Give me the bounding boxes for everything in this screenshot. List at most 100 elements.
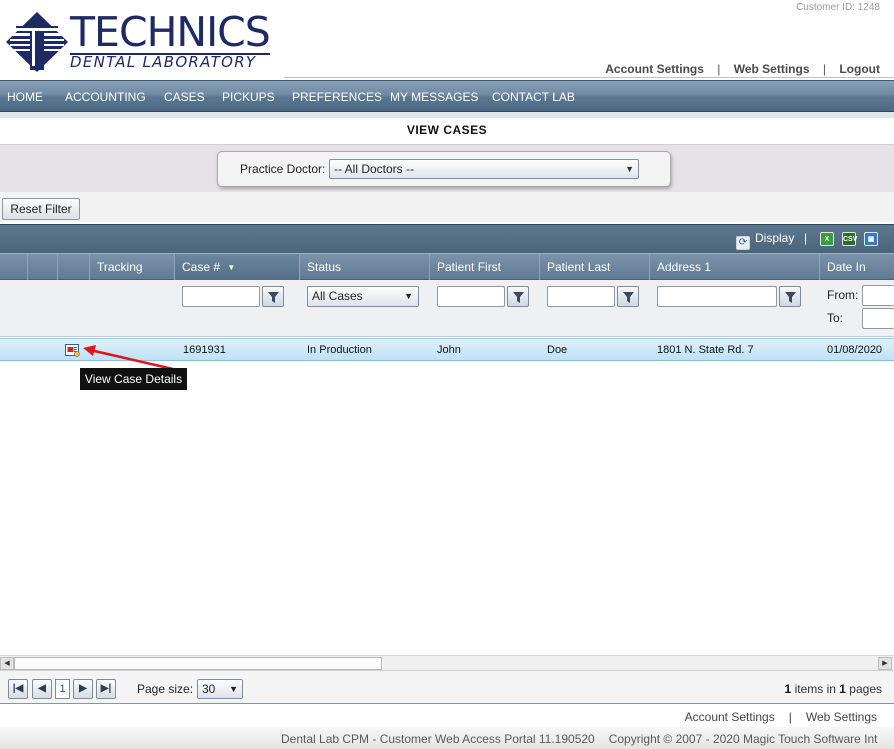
dropdown-arrow-icon: ▼ [229,684,238,694]
scroll-right-icon[interactable]: ▶ [878,657,892,670]
logout-link[interactable]: Logout [839,62,880,76]
page-size-label: Page size: [137,682,194,696]
main-nav: HOME ACCOUNTING CASES PICKUPS PREFERENCE… [0,80,894,112]
table-row[interactable]: 1691931 In Production John Doe 1801 N. S… [0,338,894,361]
scroll-thumb[interactable] [14,657,382,670]
footer-links: Account Settings | Web Settings [685,710,877,724]
scroll-left-icon[interactable]: ◀ [0,657,14,670]
page-size-value: 30 [202,682,216,696]
excel-export-icon[interactable]: X [820,232,834,246]
dropdown-arrow-icon: ▼ [404,291,413,301]
nav-accounting[interactable]: ACCOUNTING [65,90,146,104]
sort-desc-icon: ▼ [227,263,236,272]
prev-page-icon[interactable]: ◀ [32,679,52,699]
address-filter-input[interactable] [657,286,777,307]
toolbar-separator: | [804,231,808,245]
status-filter-select[interactable]: All Cases ▼ [307,286,419,307]
date-to-input[interactable] [862,308,894,329]
display-label: Display [755,231,795,245]
cell-case-no: 1691931 [183,344,226,356]
patient-first-filter-input[interactable] [437,286,505,307]
copyright-text: Copyright © 2007 - 2020 Magic Touch Soft… [608,732,878,746]
filter-icon [268,292,279,303]
doctor-filter-band: Practice Doctor: -- All Doctors -- ▼ [0,144,894,192]
cell-patient-last: Doe [547,344,568,356]
col-header-address-1[interactable]: Address 1 [650,254,820,280]
next-page-icon[interactable]: ▶ [73,679,93,699]
nav-preferences[interactable]: PREFERENCES [292,90,382,104]
status-filter-value: All Cases [312,289,363,303]
nav-cases[interactable]: CASES [164,90,205,104]
pager-info: 1 items in 1 pages [785,682,882,696]
link-separator: | [717,62,721,76]
patient-first-filter-button[interactable] [507,286,529,307]
footer-web-settings-link[interactable]: Web Settings [806,710,877,724]
filter-icon [513,292,524,303]
dropdown-arrow-icon: ▼ [625,164,634,174]
technics-logo[interactable]: TECHNICS DENTAL LABORATORY [6,8,276,76]
cell-date-in: 01/08/2020 [827,344,883,356]
col-header-tracking[interactable]: Tracking [90,254,175,280]
filter-icon [623,292,634,303]
practice-doctor-value: -- All Doctors -- [334,162,415,176]
first-page-icon[interactable]: |◀ [8,679,28,699]
date-from-label: From: [827,288,859,302]
date-to-label: To: [827,311,844,325]
case-no-filter-input[interactable] [182,286,260,307]
web-settings-link[interactable]: Web Settings [734,62,810,76]
nav-home[interactable]: HOME [7,90,43,104]
csv-export-icon[interactable]: CSV [842,232,857,246]
case-no-filter-button[interactable] [262,286,284,307]
practice-doctor-select[interactable]: -- All Doctors -- ▼ [329,159,639,179]
image-export-icon[interactable]: ▣ [864,232,878,246]
pages-text: pages [849,682,882,696]
grid-toolbar: ⟳ Display | X CSV ▣ [0,224,894,253]
footer-account-settings-link[interactable]: Account Settings [685,710,775,724]
header: Customer ID: 1248 TECHNICS DENTAL LABORA… [0,0,894,80]
grid-header: Tracking Case # ▼ Status Patient First P… [0,253,894,280]
doctor-filter-panel: Practice Doctor: -- All Doctors -- ▼ [217,151,671,187]
page-number-current[interactable]: 1 [55,679,70,699]
display-button[interactable]: ⟳ Display [736,231,794,250]
nav-my-messages[interactable]: MY MESSAGES [390,90,478,104]
col-header-case-no[interactable]: Case # ▼ [175,254,300,280]
filter-icon [785,292,796,303]
logo-emblem-icon [6,12,68,72]
col-blank-3 [58,254,90,280]
page-size-select[interactable]: 30 ▼ [197,679,243,699]
footer-separator: | [788,710,792,724]
header-divider [284,77,894,78]
top-links: Account Settings | Web Settings | Logout [605,62,880,76]
horizontal-scrollbar[interactable]: ◀ ▶ [0,655,894,670]
address-filter-button[interactable] [779,286,801,307]
col-blank-1 [0,254,28,280]
col-header-patient-first[interactable]: Patient First [430,254,540,280]
nav-contact-lab[interactable]: CONTACT LAB [492,90,575,104]
nav-pickups[interactable]: PICKUPS [222,90,275,104]
col-header-patient-last[interactable]: Patient Last [540,254,650,280]
patient-last-filter-input[interactable] [547,286,615,307]
logo-title: TECHNICS [70,8,271,56]
page-title: VIEW CASES [0,118,894,144]
logo-subtitle: DENTAL LABORATORY [70,53,257,71]
pager: |◀ ◀ 1 ▶ ▶| Page size: 30 ▼ 1 items in 1… [0,670,894,704]
col-blank-2 [28,254,58,280]
link-separator: | [822,62,826,76]
customer-id: Customer ID: 1248 [796,2,880,13]
reset-filter-button[interactable]: Reset Filter [2,198,80,220]
last-page-icon[interactable]: ▶| [96,679,116,699]
refresh-icon: ⟳ [736,236,750,250]
patient-last-filter-button[interactable] [617,286,639,307]
pages-count: 1 [839,682,846,696]
portal-version-text: Dental Lab CPM - Customer Web Access Por… [281,732,595,746]
col-header-date-in[interactable]: Date In [820,254,894,280]
view-case-details-tooltip: View Case Details [80,368,187,390]
items-text: items in [794,682,836,696]
date-from-input[interactable] [862,285,894,306]
col-header-status[interactable]: Status [300,254,430,280]
view-case-details-icon[interactable] [65,343,81,357]
cell-patient-first: John [437,344,461,356]
account-settings-link[interactable]: Account Settings [605,62,704,76]
items-count: 1 [784,682,792,696]
practice-doctor-label: Practice Doctor: [240,162,326,176]
